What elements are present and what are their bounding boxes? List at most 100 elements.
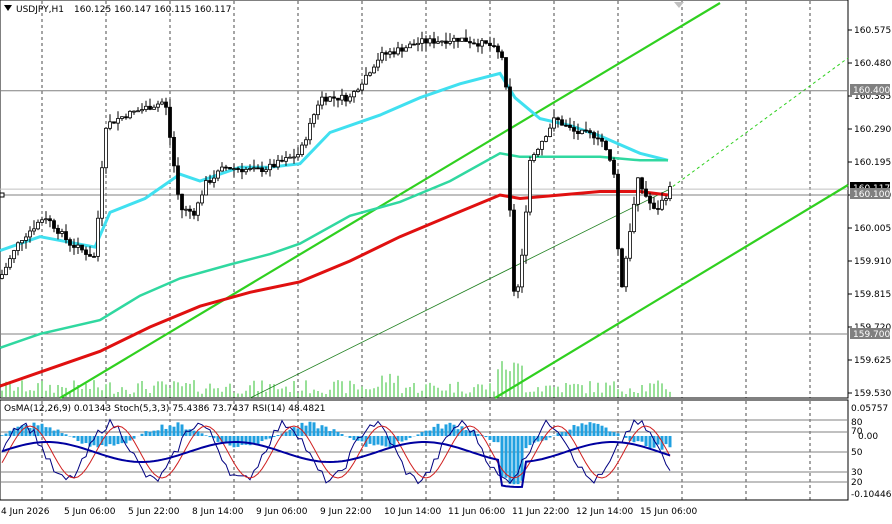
ind-axis-50: 50 (851, 448, 863, 458)
ind-axis-70: 70 (851, 427, 863, 437)
candle-body (644, 188, 648, 197)
indicator-title: OsMA(12,26,9) 0.01343 Stoch(5,3,3) 75.43… (4, 404, 326, 414)
candle-body (60, 231, 64, 234)
osma-bar (48, 427, 52, 436)
osma-bar (44, 427, 48, 436)
osma-bar (56, 429, 60, 436)
trading-chart[interactable]: USDJPY,H1 160.125 160.147 160.115 160.11… (0, 0, 892, 524)
candle-body (168, 106, 172, 138)
candle-body (340, 94, 344, 101)
osma-bar (328, 431, 332, 436)
candle-body (4, 266, 8, 276)
candle-body (272, 163, 276, 168)
candle-body (648, 195, 652, 204)
osma-bar (288, 429, 292, 436)
candle-body (268, 163, 272, 171)
candle-body (384, 52, 388, 55)
osma-bar (528, 436, 532, 446)
candle-body (516, 286, 520, 292)
osma-bar (112, 436, 116, 446)
osma-bar (564, 431, 568, 436)
candle-body (532, 154, 536, 161)
level-label-upper: 160.400 (853, 86, 890, 96)
osma-bar (140, 433, 144, 436)
price-label: 160.195 (854, 158, 891, 168)
osma-bar (428, 430, 432, 436)
time-label: 15 Jun 06:00 (640, 507, 697, 517)
candle-body (536, 148, 540, 155)
osma-bar (400, 436, 404, 442)
candle-body (500, 51, 504, 58)
ind-axis-bottom: -0.10446 (851, 490, 892, 500)
candle-body (456, 37, 460, 42)
candle-body (20, 240, 24, 244)
osma-bar (608, 431, 612, 436)
time-label: 12 Jun 14:00 (576, 507, 633, 517)
osma-bar (580, 423, 584, 436)
time-label: 9 Jun 06:00 (256, 507, 308, 517)
osma-bar (476, 433, 480, 436)
candle-body (408, 43, 412, 49)
candle-body (560, 119, 564, 126)
candle-body (104, 127, 108, 169)
candle-body (80, 244, 84, 251)
candle-body (76, 244, 80, 248)
osma-bar (228, 436, 232, 446)
indicator-frame (0, 399, 849, 501)
candle-body (56, 227, 60, 234)
candle-body (552, 117, 556, 129)
osma-bar (572, 425, 576, 436)
osma-bar (108, 436, 112, 445)
osma-bar (204, 435, 208, 436)
candle-body (460, 37, 464, 42)
time-label: 8 Jun 14:00 (192, 507, 244, 517)
osma-bar (424, 430, 428, 436)
candle-body (604, 140, 608, 151)
candle-body (124, 116, 128, 119)
candle-body (620, 248, 624, 288)
osma-bar (52, 430, 56, 436)
candle-body (412, 43, 416, 46)
candle-body (220, 166, 224, 172)
osma-bar (376, 436, 380, 445)
candle-body (588, 130, 592, 133)
candle-body (628, 231, 632, 259)
candle-body (328, 96, 332, 102)
candle-body (452, 37, 456, 42)
candle-body (140, 109, 144, 112)
candle-body (68, 239, 72, 246)
osma-bar (164, 428, 168, 436)
osma-bar (440, 428, 444, 436)
ind-axis-20: 20 (851, 478, 863, 488)
candle-body (424, 38, 428, 44)
candle-body (324, 96, 328, 102)
osma-bar (332, 429, 336, 436)
osma-bar (596, 423, 600, 436)
price-label: 160.575 (854, 26, 891, 36)
candle-body (632, 203, 636, 233)
osma-bar (148, 431, 152, 436)
candle-body (72, 244, 76, 248)
level-label-mid: 160.100 (853, 190, 890, 200)
price-label: 160.290 (854, 125, 891, 135)
candle-body (344, 94, 348, 102)
osma-bar (664, 436, 668, 445)
candle-body (576, 130, 580, 135)
candle-body (348, 96, 352, 102)
candle-body (480, 40, 484, 47)
osma-bar (172, 426, 176, 436)
osma-bar (584, 424, 588, 436)
candle-body (372, 66, 376, 74)
candle-body (356, 89, 360, 92)
candle-body (360, 83, 364, 91)
candle-body (664, 198, 668, 201)
candle-body (484, 40, 488, 44)
candle-body (128, 110, 132, 119)
osma-bar (312, 422, 316, 436)
candle-body (156, 103, 160, 108)
candle-body (88, 254, 92, 257)
level-label-lower: 159.700 (853, 330, 890, 340)
osma-bar (576, 426, 580, 436)
time-label: 9 Jun 22:00 (320, 507, 372, 517)
candle-body (92, 255, 96, 258)
